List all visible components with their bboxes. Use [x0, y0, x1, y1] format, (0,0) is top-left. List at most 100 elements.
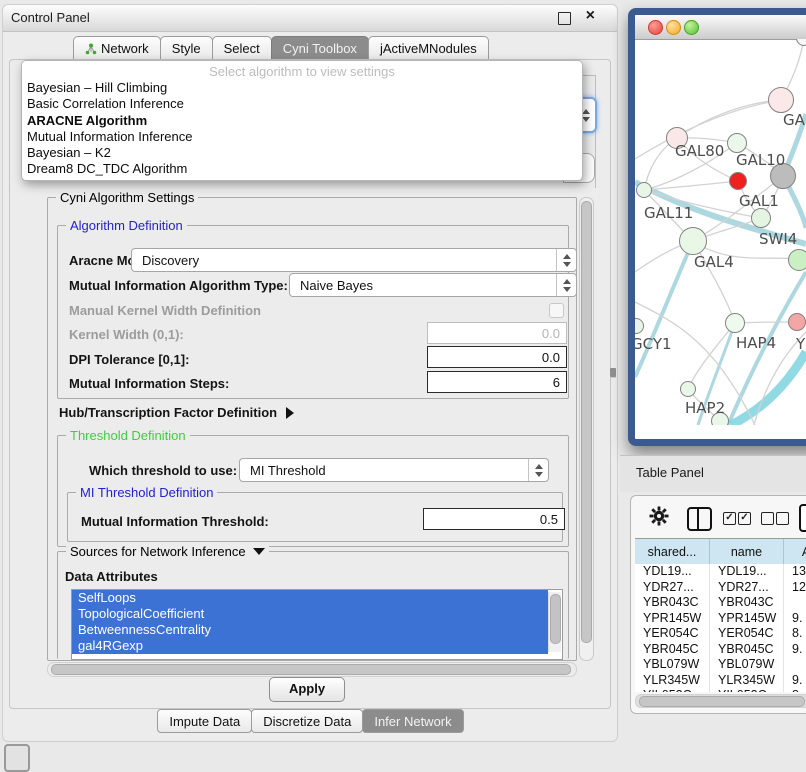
table-row[interactable]: YIL052CYIL052C8	[635, 688, 806, 692]
table-cell	[784, 657, 806, 673]
tab-discretize-data[interactable]: Discretize Data	[251, 709, 363, 733]
network-node[interactable]	[727, 133, 747, 153]
node-label: Y	[796, 335, 805, 353]
mac-zoom-icon[interactable]	[684, 20, 699, 35]
network-node[interactable]	[725, 313, 745, 333]
kernel-width-label: Kernel Width (0,1):	[69, 327, 184, 342]
table-row[interactable]: YDL19...YDL19...13	[635, 564, 806, 580]
mi-algorithm-type-select[interactable]: Naive Bayes	[289, 273, 577, 297]
mi-threshold-field[interactable]	[423, 508, 565, 530]
checked-columns-icon[interactable]: ✓	[738, 512, 751, 525]
network-node[interactable]	[768, 87, 794, 113]
mi-threshold-label: Mutual Information Threshold:	[81, 514, 269, 529]
column-view-icon[interactable]	[687, 507, 712, 531]
mac-minimize-icon[interactable]	[666, 20, 681, 35]
table-cell: YIL052C	[635, 688, 710, 692]
collapse-arrow-icon	[253, 548, 265, 555]
float-window-icon[interactable]	[558, 12, 571, 25]
table-row[interactable]: YBR043CYBR043C	[635, 595, 806, 611]
collapsed-panel-icon[interactable]	[4, 744, 30, 772]
kernel-width-field[interactable]	[427, 322, 567, 344]
tab-cyni-toolbox[interactable]: Cyni Toolbox	[271, 36, 369, 59]
tab-network[interactable]: Network	[73, 36, 161, 59]
combo-stepper-icon[interactable]	[556, 249, 576, 271]
settings-vertical-scrollbar[interactable]	[579, 197, 594, 661]
table-row[interactable]: YDR27...YDR27...12	[635, 580, 806, 596]
table-body: YDL19...YDL19...13YDR27...YDR27...12YBR0…	[635, 564, 806, 692]
algorithm-option[interactable]: Dream8 DC_TDC Algorithm	[22, 161, 582, 177]
threshold-definition-title: Threshold Definition	[66, 428, 190, 443]
node-label: GAL1	[739, 192, 779, 210]
attribute-item[interactable]: gal4RGexp	[72, 638, 548, 654]
attribute-item[interactable]: TopologicalCoefficient	[72, 606, 548, 622]
mac-close-icon[interactable]	[648, 20, 663, 35]
table-cell	[784, 595, 806, 611]
network-window-titlebar[interactable]	[635, 15, 806, 40]
network-canvas[interactable]: GALGAL80GAL10GAL1GAL11SWI4GAL4GCY1HAP4YH…	[635, 39, 806, 425]
mi-steps-field[interactable]	[427, 371, 567, 393]
tab-infer-network[interactable]: Infer Network	[362, 709, 463, 733]
data-attributes-list[interactable]: SelfLoopsTopologicalCoefficientBetweenne…	[71, 589, 563, 660]
node-label: HAP2	[685, 399, 725, 417]
split-pane-toggle-icon[interactable]	[610, 368, 616, 378]
list-vertical-scrollbar[interactable]	[548, 592, 561, 652]
table-cell: 8	[784, 688, 806, 692]
unchecked-columns-icon[interactable]	[776, 512, 789, 525]
algorithm-option[interactable]: Bayesian – Hill Climbing	[22, 80, 582, 96]
network-node[interactable]	[679, 227, 707, 255]
network-node[interactable]	[636, 182, 652, 198]
attribute-item[interactable]: SelfLoops	[72, 590, 548, 606]
manual-kernel-checkbox[interactable]	[549, 303, 564, 318]
node-label: HAP4	[736, 334, 776, 352]
tab-select[interactable]: Select	[212, 36, 272, 59]
which-threshold-select[interactable]: MI Threshold	[239, 458, 549, 482]
algorithm-option[interactable]: Mutual Information Inference	[22, 129, 582, 145]
tab-label: Style	[172, 41, 201, 56]
combo-stepper-icon[interactable]	[528, 459, 548, 481]
table-cell: YER054C	[635, 626, 710, 642]
table-row[interactable]: YER054CYER054C8.	[635, 626, 806, 642]
data-attributes-label: Data Attributes	[65, 569, 158, 584]
apply-button[interactable]: Apply	[269, 677, 345, 702]
table-row[interactable]: YBR045CYBR045C9.	[635, 642, 806, 658]
algorithm-option[interactable]: ARACNE Algorithm	[22, 113, 582, 129]
node-label: GAL11	[644, 204, 693, 222]
tab-impute-data[interactable]: Impute Data	[157, 709, 252, 733]
attribute-item[interactable]: BetweennessCentrality	[72, 622, 548, 638]
network-node[interactable]	[729, 172, 747, 190]
hub-definition-expander[interactable]: Hub/Transcription Factor Definition	[59, 405, 294, 420]
table-row[interactable]: YLR345WYLR345W9.	[635, 673, 806, 689]
table-cell: 9.	[784, 673, 806, 689]
tab-jactivemnodules[interactable]: jActiveMNodules	[368, 36, 489, 59]
expander-arrow-icon	[286, 407, 294, 419]
network-node[interactable]	[788, 249, 806, 271]
table-horizontal-scrollbar[interactable]	[635, 694, 806, 708]
table-cell: YER054C	[710, 626, 784, 642]
aracne-mode-select[interactable]: Discovery	[131, 248, 577, 272]
combo-stepper-icon[interactable]	[556, 274, 576, 296]
table-icon[interactable]	[799, 504, 806, 532]
dpi-tolerance-field[interactable]	[427, 346, 567, 368]
column-header[interactable]: shared...	[635, 539, 710, 565]
column-header[interactable]: A	[784, 539, 806, 565]
table-row[interactable]: YBL079WYBL079W	[635, 657, 806, 673]
gear-icon[interactable]	[649, 506, 669, 526]
tab-style[interactable]: Style	[160, 36, 213, 59]
tab-label: Cyni Toolbox	[283, 41, 357, 56]
algorithm-dropdown-popup: Select algorithm to view settings Bayesi…	[21, 60, 583, 181]
unchecked-columns-icon[interactable]	[761, 512, 774, 525]
column-header[interactable]: name	[710, 539, 784, 565]
tab-label: Select	[224, 41, 260, 56]
algorithm-option[interactable]: Bayesian – K2	[22, 145, 582, 161]
network-node[interactable]	[751, 208, 771, 228]
network-node[interactable]	[788, 313, 806, 331]
table-row[interactable]: YPR145WYPR145W9.	[635, 611, 806, 627]
settings-horizontal-scrollbar[interactable]	[47, 662, 577, 677]
table-cell: 8.	[784, 626, 806, 642]
sources-group-title[interactable]: Sources for Network Inference	[66, 544, 269, 559]
checked-columns-icon[interactable]: ✓	[723, 512, 736, 525]
dpi-tolerance-label: DPI Tolerance [0,1]:	[69, 352, 189, 367]
close-icon[interactable]: ×	[586, 7, 595, 25]
algorithm-option[interactable]: Basic Correlation Inference	[22, 96, 582, 112]
network-node[interactable]	[680, 381, 696, 397]
